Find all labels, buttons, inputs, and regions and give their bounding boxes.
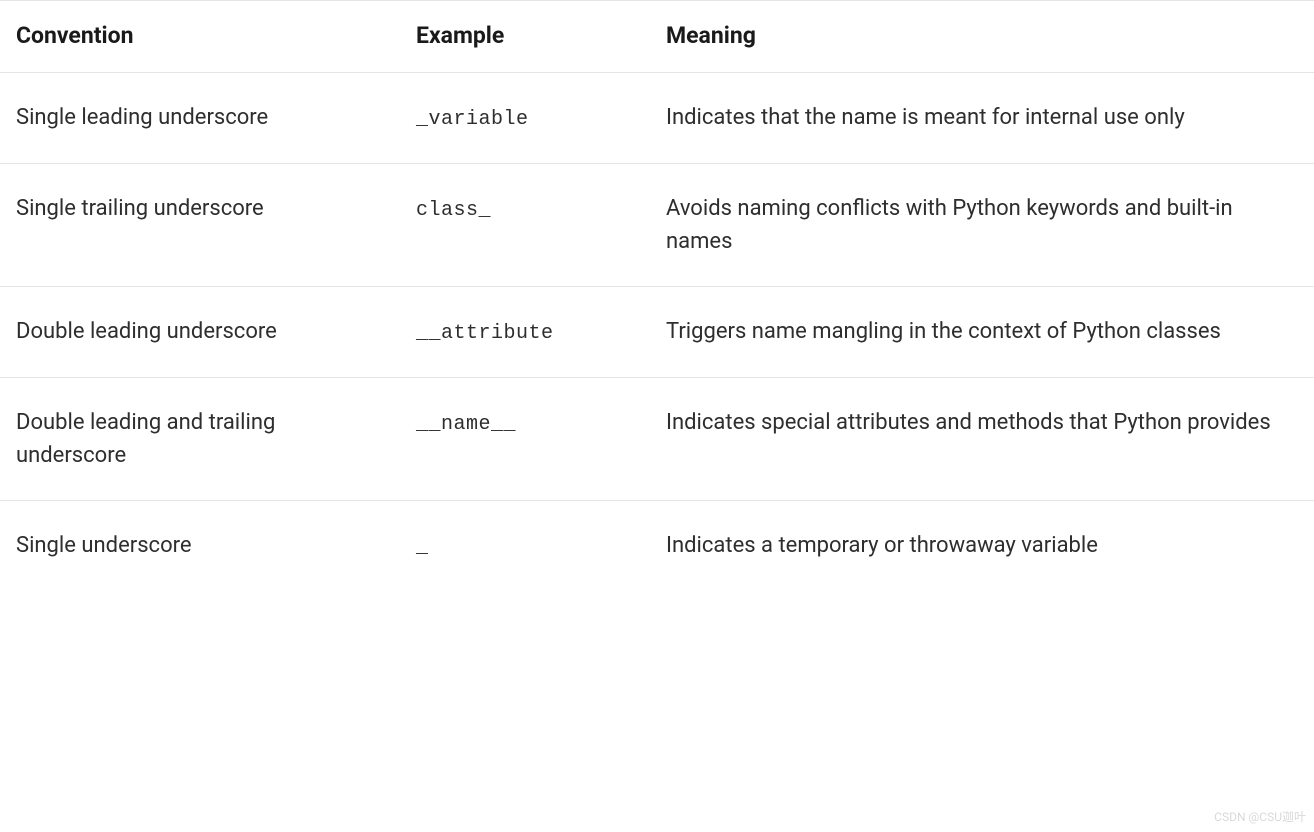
cell-convention: Double leading and trailing underscore xyxy=(0,377,400,500)
cell-meaning: Indicates that the name is meant for int… xyxy=(650,72,1314,163)
cell-example: _ xyxy=(400,500,650,591)
code-example: _variable xyxy=(416,108,529,131)
header-convention: Convention xyxy=(0,1,400,73)
underscore-conventions-table: Convention Example Meaning Single leadin… xyxy=(0,0,1314,591)
cell-convention: Single leading underscore xyxy=(0,72,400,163)
header-example: Example xyxy=(400,1,650,73)
code-example: __name__ xyxy=(416,413,516,436)
watermark: CSDN @CSU迦叶 xyxy=(1214,808,1306,826)
code-example: _ xyxy=(416,536,429,559)
table-row: Single leading underscore _variable Indi… xyxy=(0,72,1314,163)
header-meaning: Meaning xyxy=(650,1,1314,73)
table-row: Single underscore _ Indicates a temporar… xyxy=(0,500,1314,591)
cell-example: __attribute xyxy=(400,286,650,377)
cell-example: __name__ xyxy=(400,377,650,500)
code-example: class_ xyxy=(416,199,491,222)
table-header-row: Convention Example Meaning xyxy=(0,1,1314,73)
code-example: __attribute xyxy=(416,322,554,345)
cell-convention: Single trailing underscore xyxy=(0,163,400,286)
cell-meaning: Avoids naming conflicts with Python keyw… xyxy=(650,163,1314,286)
cell-meaning: Indicates a temporary or throwaway varia… xyxy=(650,500,1314,591)
table-row: Single trailing underscore class_ Avoids… xyxy=(0,163,1314,286)
cell-convention: Double leading underscore xyxy=(0,286,400,377)
cell-convention: Single underscore xyxy=(0,500,400,591)
table-row: Double leading and trailing underscore _… xyxy=(0,377,1314,500)
cell-meaning: Indicates special attributes and methods… xyxy=(650,377,1314,500)
cell-meaning: Triggers name mangling in the context of… xyxy=(650,286,1314,377)
cell-example: class_ xyxy=(400,163,650,286)
cell-example: _variable xyxy=(400,72,650,163)
table-row: Double leading underscore __attribute Tr… xyxy=(0,286,1314,377)
